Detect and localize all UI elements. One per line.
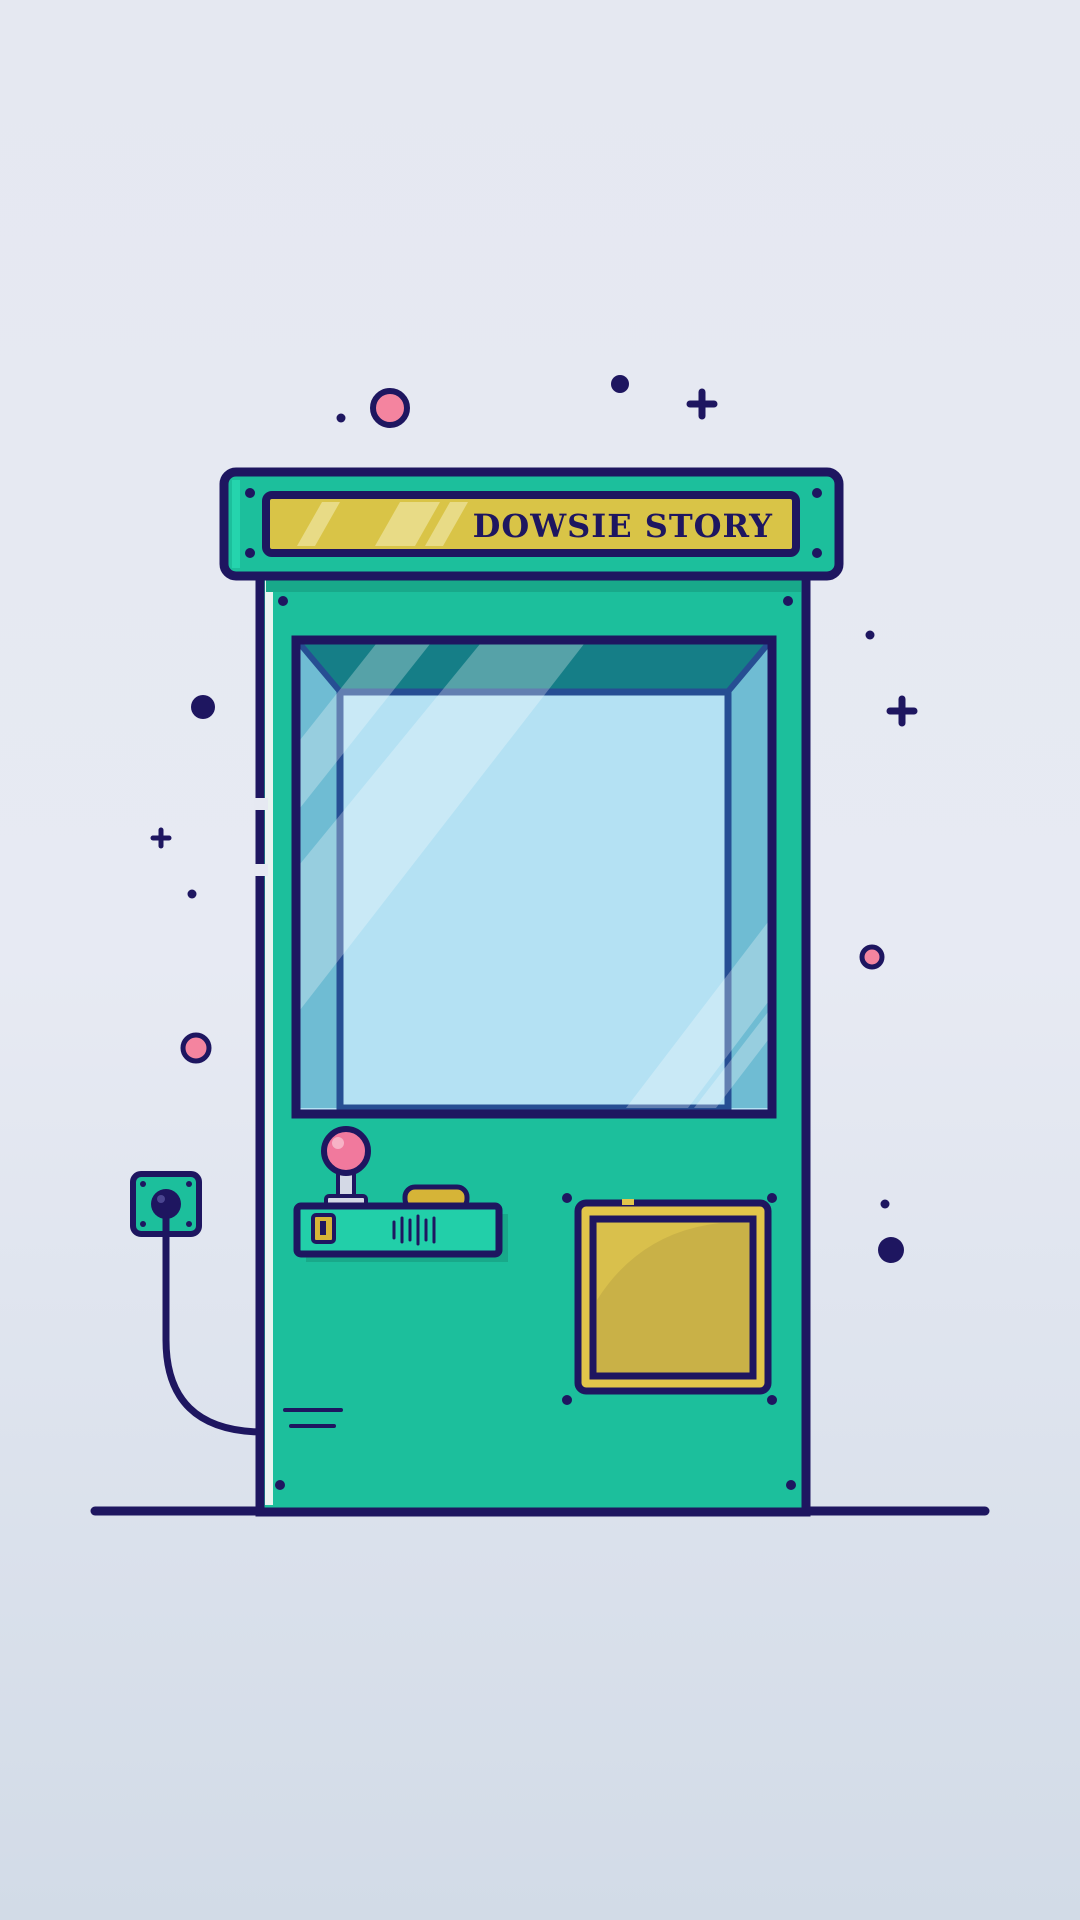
decor-dot — [865, 630, 875, 640]
glass-window — [291, 635, 777, 1119]
claw-machine-illustration: DOWSIE STORY — [90, 375, 990, 1517]
joystick-ball — [321, 1126, 371, 1176]
decor-dot — [880, 1199, 890, 1209]
decor-dot — [187, 889, 197, 899]
decor-dot — [336, 413, 346, 423]
power-cable — [162, 1215, 264, 1436]
decor-plus-left — [150, 827, 172, 849]
decor-plus-top — [686, 388, 718, 420]
marquee: DOWSIE STORY — [219, 467, 844, 581]
decor-dot — [611, 375, 629, 393]
marquee-title: DOWSIE STORY — [473, 507, 774, 545]
decor-dot — [878, 1237, 904, 1263]
decor-pink-ring-left — [180, 1032, 212, 1064]
decor-plus-right — [886, 695, 918, 727]
decor-dot — [191, 695, 215, 719]
decor-pink-ring-top — [370, 388, 410, 428]
decor-pink-ring-right — [859, 944, 885, 970]
plug-icon — [151, 1189, 181, 1219]
prize-door — [562, 1193, 777, 1405]
